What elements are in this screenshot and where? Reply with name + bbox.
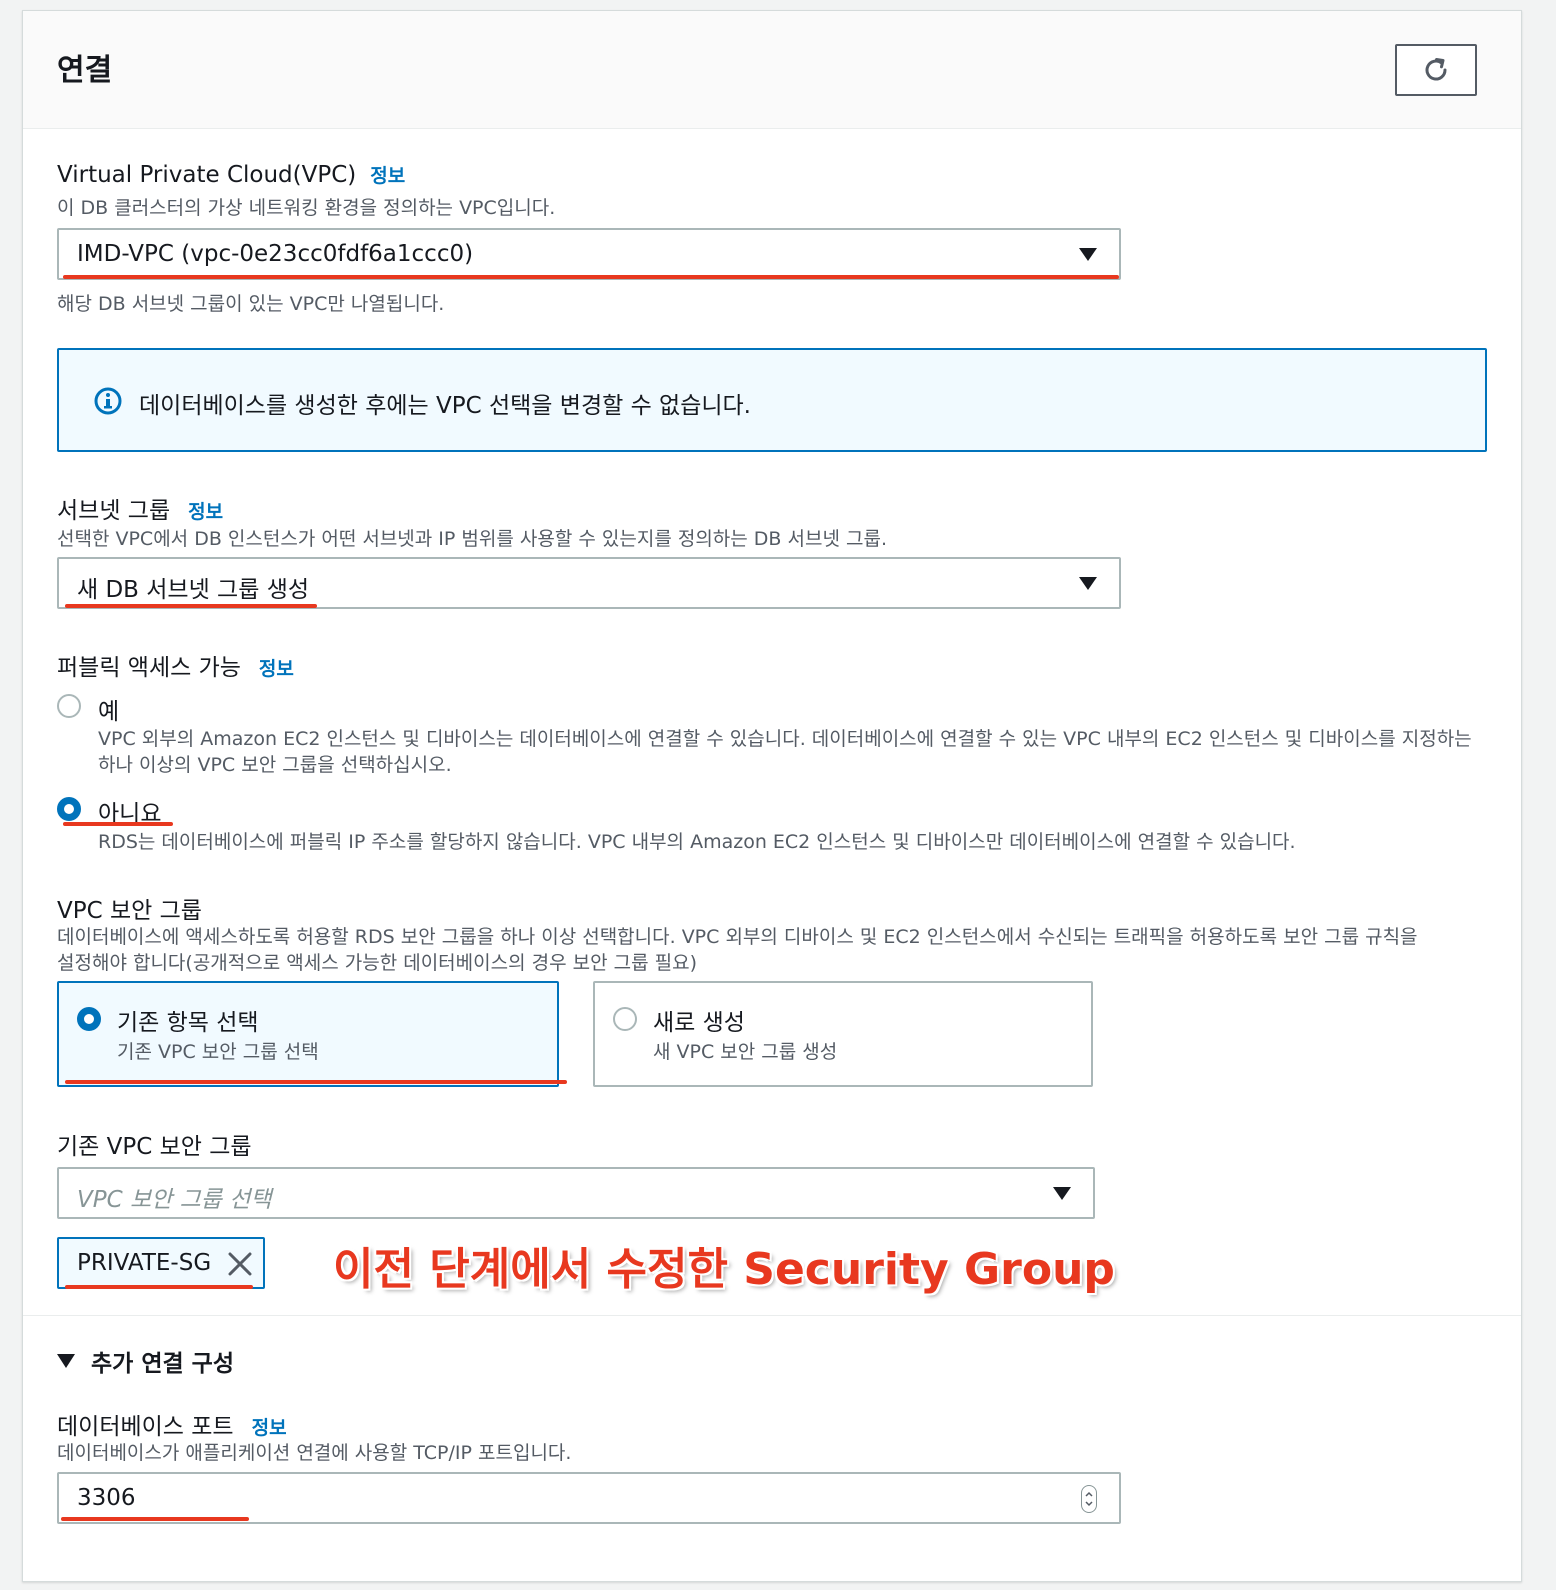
close-icon[interactable] xyxy=(227,1251,253,1277)
vpc-label-text: Virtual Private Cloud(VPC) xyxy=(57,162,357,188)
vpc-info-link[interactable]: 정보 xyxy=(370,165,405,187)
choose-existing-subtitle: 기존 VPC 보안 그룹 선택 xyxy=(117,1041,319,1063)
annotation-underline-subnet xyxy=(65,604,317,608)
subnet-description: 선택한 VPC에서 DB 인스턴스가 어떤 서브넷과 IP 범위를 사용할 수 … xyxy=(57,528,887,550)
caret-expanded-icon xyxy=(57,1354,75,1368)
security-group-description-1: 데이터베이스에 액세스하도록 허용할 RDS 보안 그룹을 하나 이상 선택합니… xyxy=(57,926,1418,948)
annotation-underline-no xyxy=(63,822,173,826)
tile-choose-existing[interactable]: 기존 항목 선택 기존 VPC 보안 그룹 선택 xyxy=(57,981,559,1087)
existing-sg-placeholder: VPC 보안 그룹 선택 xyxy=(77,1187,272,1213)
tile-create-new[interactable]: 새로 생성 새 VPC 보안 그룹 생성 xyxy=(593,981,1093,1087)
vpc-info-alert: 데이터베이스를 생성한 후에는 VPC 선택을 변경할 수 없습니다. xyxy=(57,348,1487,452)
security-group-label: VPC 보안 그룹 xyxy=(57,898,202,924)
create-new-title: 새로 생성 xyxy=(653,1010,745,1036)
public-access-label-text: 퍼블릭 액세스 가능 xyxy=(57,655,241,681)
security-group-description-2: 설정해야 합니다(공개적으로 액세스 가능한 데이터베이스의 경우 보안 그룹 … xyxy=(57,952,697,974)
port-description: 데이터베이스가 애플리케이션 연결에 사용할 TCP/IP 포트입니다. xyxy=(57,1442,572,1464)
caret-down-icon xyxy=(1079,248,1097,261)
subnet-select-value: 새 DB 서브넷 그룹 생성 xyxy=(77,577,310,603)
subnet-select[interactable]: 새 DB 서브넷 그룹 생성 xyxy=(57,557,1121,609)
annotation-underline-token xyxy=(65,1285,253,1289)
port-info-link[interactable]: 정보 xyxy=(252,1417,287,1439)
public-access-label: 퍼블릭 액세스 가능 정보 xyxy=(57,648,294,682)
vpc-description: 이 DB 클러스터의 가상 네트워킹 환경을 정의하는 VPC입니다. xyxy=(57,197,556,219)
caret-down-icon xyxy=(1079,577,1097,590)
vpc-select[interactable]: IMD-VPC (vpc-0e23cc0fdf6a1ccc0) xyxy=(57,228,1121,280)
panel-title: 연결 xyxy=(57,53,113,88)
stepper-arrows-icon xyxy=(1085,1491,1093,1507)
subnet-info-link[interactable]: 정보 xyxy=(188,501,223,523)
port-value: 3306 xyxy=(77,1485,136,1511)
token-label: PRIVATE-SG xyxy=(77,1250,212,1276)
caret-down-icon xyxy=(1053,1187,1071,1200)
refresh-button[interactable] xyxy=(1395,44,1477,96)
additional-config-title: 추가 연결 구성 xyxy=(91,1351,234,1377)
annotation-underline-existing xyxy=(65,1080,567,1084)
subnet-label: 서브넷 그룹 정보 xyxy=(57,491,223,525)
public-access-no-radio[interactable] xyxy=(57,797,81,821)
port-label-text: 데이터베이스 포트 xyxy=(57,1414,234,1440)
choose-existing-title: 기존 항목 선택 xyxy=(117,1010,259,1036)
annotation-underline-port xyxy=(61,1517,249,1521)
existing-sg-select[interactable]: VPC 보안 그룹 선택 xyxy=(57,1167,1095,1219)
choose-existing-radio[interactable] xyxy=(77,1007,101,1031)
connectivity-panel: 연결 Virtual Private Cloud(VPC) 정보 이 DB 클러스… xyxy=(22,10,1522,1582)
subnet-label-text: 서브넷 그룹 xyxy=(57,498,171,524)
public-access-yes-label[interactable]: 예 xyxy=(98,692,119,726)
port-label: 데이터베이스 포트 정보 xyxy=(57,1407,287,1441)
create-new-radio[interactable] xyxy=(613,1007,637,1031)
public-access-info-link[interactable]: 정보 xyxy=(259,658,294,680)
public-access-no-description: RDS는 데이터베이스에 퍼블릭 IP 주소를 할당하지 않습니다. VPC 내… xyxy=(98,831,1296,853)
additional-config-toggle[interactable]: 추가 연결 구성 xyxy=(57,1344,234,1378)
public-access-yes-radio[interactable] xyxy=(57,694,81,718)
info-icon xyxy=(94,387,122,415)
section-divider xyxy=(23,1315,1521,1316)
stepper-icon[interactable] xyxy=(1081,1485,1097,1513)
annotation-underline-vpc xyxy=(63,275,1119,279)
security-group-token: PRIVATE-SG xyxy=(57,1237,265,1289)
vpc-select-value: IMD-VPC (vpc-0e23cc0fdf6a1ccc0) xyxy=(77,241,474,267)
alert-text: 데이터베이스를 생성한 후에는 VPC 선택을 변경할 수 없습니다. xyxy=(139,393,751,419)
panel-header: 연결 xyxy=(23,11,1521,129)
vpc-label: Virtual Private Cloud(VPC) 정보 xyxy=(57,161,405,188)
annotation-text: 이전 단계에서 수정한 Security Group xyxy=(333,1244,1115,1295)
refresh-icon xyxy=(1425,58,1447,81)
create-new-subtitle: 새 VPC 보안 그룹 생성 xyxy=(653,1041,838,1063)
public-access-yes-description-1: VPC 외부의 Amazon EC2 인스턴스 및 디바이스는 데이터베이스에 … xyxy=(98,728,1472,750)
public-access-yes-description-2: 하나 이상의 VPC 보안 그룹을 선택하십시오. xyxy=(98,754,452,776)
vpc-hint: 해당 DB 서브넷 그룹이 있는 VPC만 나열됩니다. xyxy=(57,293,445,315)
existing-sg-label: 기존 VPC 보안 그룹 xyxy=(57,1134,252,1160)
